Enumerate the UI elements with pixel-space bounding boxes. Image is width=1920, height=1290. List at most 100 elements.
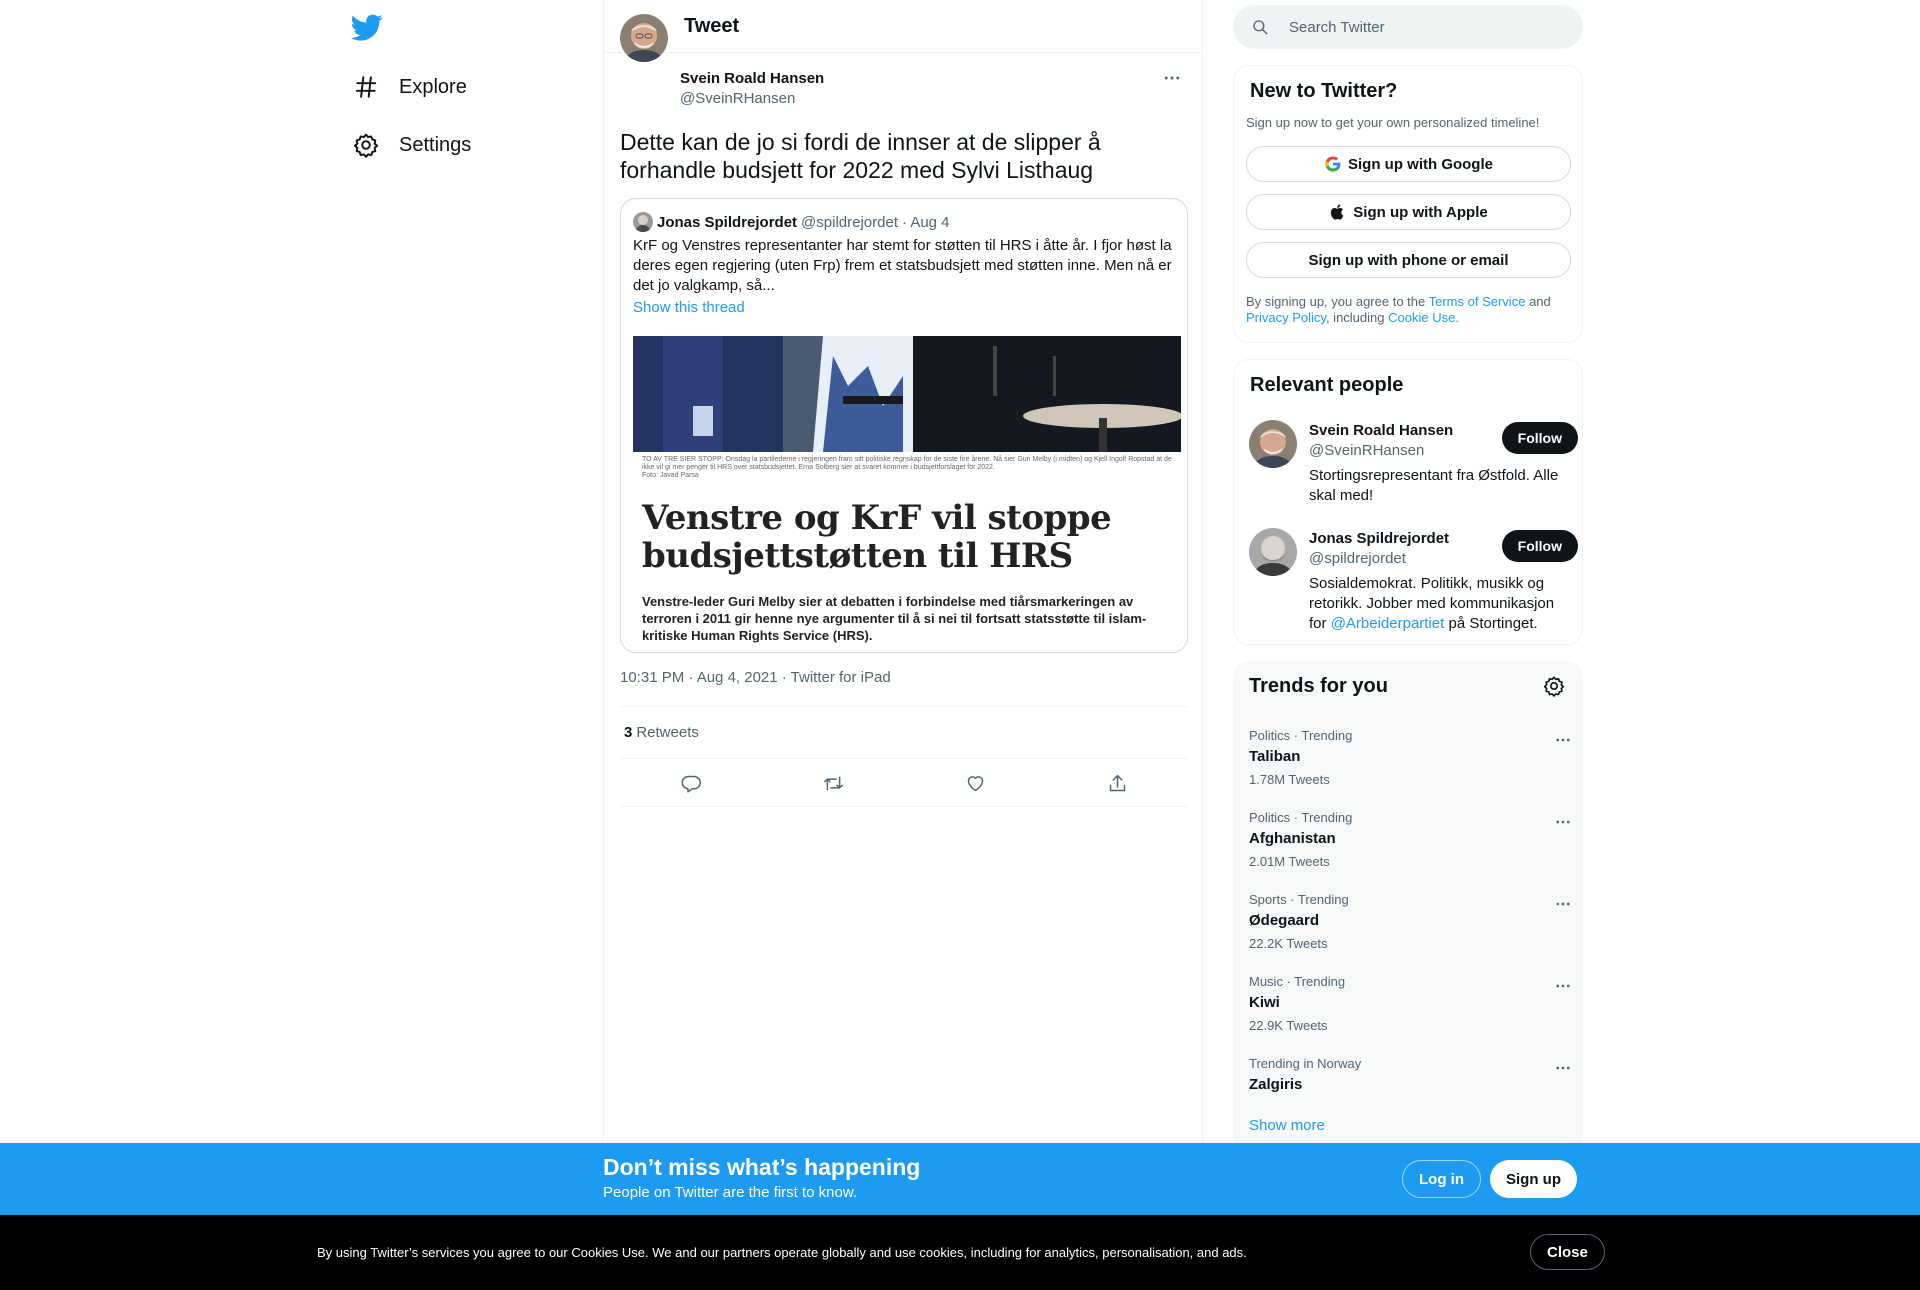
trend-count: 22.2K Tweets [1249,936,1328,951]
retweet-icon [823,776,843,790]
signup-apple-button[interactable]: Sign up with Apple [1246,194,1571,230]
retweet-count[interactable]: 3 [624,724,632,741]
quote-image[interactable]: TO AV TRE SIER STOPP: Onsdag la partiled… [633,336,1181,644]
reply-button[interactable] [673,765,709,801]
trend-more-button[interactable] [1551,728,1575,752]
trend-count: 22.9K Tweets [1249,1018,1328,1033]
author-name[interactable]: Svein Roald Hansen [680,70,824,87]
follow-button[interactable]: Follow [1501,530,1578,562]
more-dots-icon [1556,738,1570,742]
trend-more-button[interactable] [1551,892,1575,916]
person-handle[interactable]: @spildrejordet [1309,550,1406,567]
gear-icon[interactable] [1543,675,1565,697]
trend-more-button[interactable] [1551,1056,1575,1080]
quote-author-handle: @spildrejordet [801,213,898,231]
signup-button[interactable]: Sign up [1490,1160,1577,1198]
tweet-actions [620,760,1188,807]
tweet-timestamp[interactable]: 10:31 PM · Aug 4, 2021 · Twitter for iPa… [620,669,891,686]
quote-tweet-card[interactable]: Jonas Spildrejordet @spildrejordet · Aug… [620,198,1188,653]
author-avatar[interactable] [620,14,668,62]
bio-mention-link[interactable]: @Arbeiderpartiet [1331,615,1445,632]
retweet-label[interactable]: Retweets [636,724,699,741]
signup-phone-button[interactable]: Sign up with phone or email [1246,242,1571,278]
more-dots-icon [1556,820,1570,824]
nav-item-settings[interactable]: Settings [349,120,479,170]
tweet-text: Dette kan de jo si fordi de innser at de… [620,129,1101,183]
cookie-link[interactable]: Cookie Use. [1388,310,1459,325]
photo-caption: TO AV TRE SIER STOPP: Onsdag la partiled… [642,456,1172,480]
twitter-logo-icon[interactable] [350,11,383,43]
signup-panel: New to Twitter? Sign up now to get your … [1233,65,1583,343]
photo-credit: Foto: Javad Parsa [642,472,699,479]
trend-name: Ødegaard [1249,912,1320,929]
cookie-banner: By using Twitter’s services you agree to… [0,1215,1920,1290]
login-button[interactable]: Log in [1402,1160,1481,1198]
more-options-button[interactable] [1158,64,1186,92]
nav-label-explore: Explore [399,75,467,98]
trend-count: 1.78M Tweets [1249,772,1330,787]
person-name[interactable]: Jonas Spildrejordet [1309,530,1449,547]
signup-google-button[interactable]: Sign up with Google [1246,146,1571,182]
quote-date: · Aug 4 [901,213,950,231]
apple-icon [1331,204,1344,220]
like-button[interactable] [957,765,993,801]
show-thread-link[interactable]: Show this thread [633,299,745,316]
more-dots-icon [1556,984,1570,988]
search-icon [1253,20,1268,35]
reply-icon [681,775,701,793]
photo-caption-text: TO AV TRE SIER STOPP: Onsdag la partiled… [642,456,1172,471]
person-handle[interactable]: @SveinRHansen [1309,442,1424,459]
relevant-people-title: Relevant people [1250,374,1404,396]
more-dots-icon [1556,1066,1570,1070]
cookie-text: By using Twitter’s services you agree to… [317,1245,1247,1260]
person-name[interactable]: Svein Roald Hansen [1309,422,1453,439]
article-lede: Venstre-leder Guri Melby sier at debatte… [642,594,1147,643]
gear-icon [353,133,379,158]
article-headline: Venstre og KrF vil stoppe budsjettstøtte… [642,498,1112,576]
trend-item[interactable]: Music · Trending Kiwi 22.9K Tweets [1249,974,1570,1056]
terms-link[interactable]: Terms of Service [1429,294,1526,309]
signup-subtitle: Sign up now to get your own personalized… [1246,115,1540,130]
nav-label-settings: Settings [399,133,472,156]
author-handle[interactable]: @SveinRHansen [680,90,795,107]
trend-item[interactable]: Politics · Trending Taliban 1.78M Tweets [1249,728,1570,810]
trend-more-button[interactable] [1551,974,1575,998]
prompt-title: Don’t miss what’s happening [603,1154,921,1180]
retweet-button[interactable] [815,765,851,801]
share-button[interactable] [1099,765,1135,801]
privacy-link[interactable]: Privacy Policy [1246,310,1326,325]
search-input[interactable] [1289,18,1549,36]
news-photo [633,336,1181,452]
person-bio: Sosialdemokrat. Politikk, musikk og reto… [1309,574,1569,634]
trend-name: Afghanistan [1249,830,1336,847]
legal-including: , including [1325,310,1385,325]
trend-more-button[interactable] [1551,810,1575,834]
trend-context: Trending in Norway [1249,1056,1362,1071]
avatar[interactable] [1249,420,1297,468]
more-dots-icon [1556,902,1570,906]
signup-google-label: Sign up with Google [1348,155,1493,173]
search-bar[interactable] [1233,5,1583,49]
trend-context: Sports · Trending [1249,892,1349,907]
prompt-subtitle: People on Twitter are the first to know. [603,1184,858,1201]
share-icon [1109,774,1125,791]
follow-button[interactable]: Follow [1501,422,1578,454]
trends-panel: Trends for you Politics · Trending Talib… [1233,661,1583,1151]
page-header: Tweet [604,0,1202,53]
avatar[interactable] [1249,528,1297,576]
trend-name: Zalgiris [1249,1076,1303,1093]
quote-author-avatar [633,212,653,232]
quote-author-name: Jonas Spildrejordet [657,213,798,231]
legal-and: and [1529,294,1551,309]
trend-item[interactable]: Sports · Trending Ødegaard 22.2K Tweets [1249,892,1570,974]
signup-phone-label: Sign up with phone or email [1308,251,1509,269]
nav-item-explore[interactable]: Explore [349,62,475,112]
trend-item[interactable]: Politics · Trending Afghanistan 2.01M Tw… [1249,810,1570,892]
signup-prompt-bar: Don’t miss what’s happening People on Tw… [0,1143,1920,1215]
main-column: Tweet Svein Roald Hansen @SveinRHansen D… [603,0,1203,1290]
show-more-link[interactable]: Show more [1249,1117,1325,1134]
close-button[interactable]: Close [1530,1234,1605,1270]
trend-name: Taliban [1249,748,1301,765]
more-dots-icon [1164,76,1180,80]
hashtag-icon [355,76,377,98]
